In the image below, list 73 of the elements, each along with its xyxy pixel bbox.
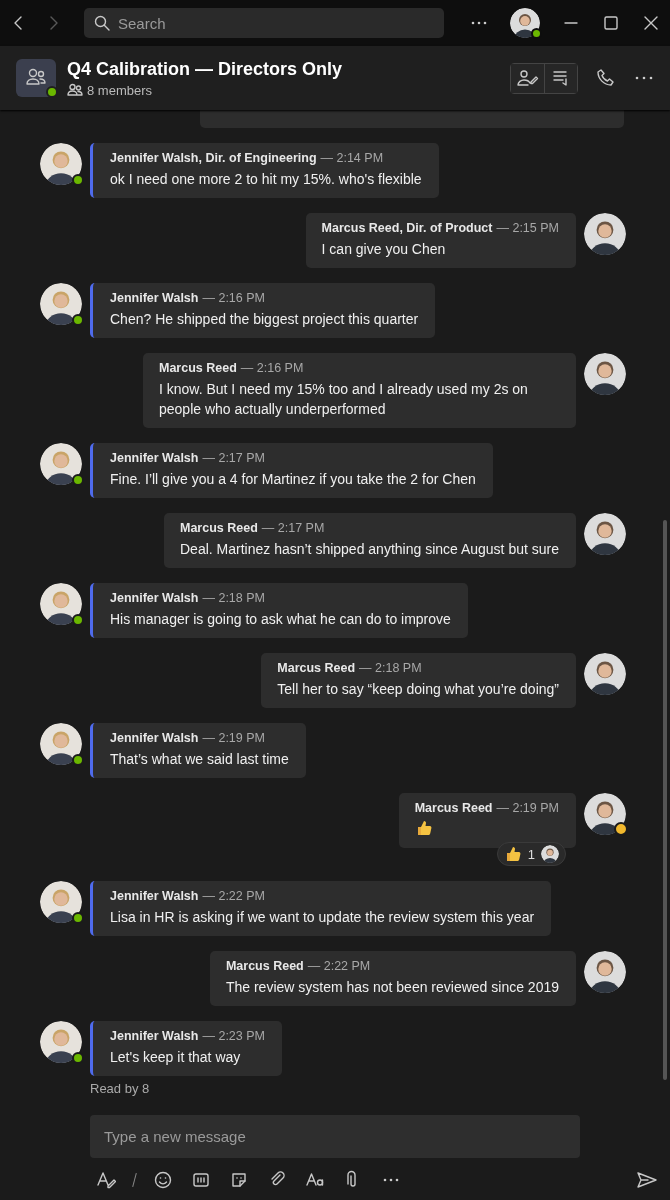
message-text: I know. But I need my 15% too and I already used my 2s on people who actually underperformed [159, 380, 529, 419]
timestamp: — 2:19 PM [496, 801, 559, 815]
message-field[interactable]: Type a new message [90, 1115, 580, 1158]
timestamp: — 2:18 PM [202, 591, 265, 605]
timestamp: — 2:17 PM [261, 521, 325, 535]
timestamp: — 2:15 PM [496, 221, 559, 235]
avatar [40, 1021, 82, 1063]
sender-name: Jennifer Walsh, Dir. of Engineering [110, 151, 317, 165]
sender-name: Marcus Reed [225, 959, 304, 973]
sender-name: Jennifer Walsh [110, 889, 199, 903]
sender-name: Marcus Reed [414, 801, 493, 815]
search-field[interactable]: Search [84, 8, 444, 38]
timestamp: — 2:23 PM [202, 1029, 265, 1043]
sender-name: Marcus Reed [159, 361, 237, 375]
timestamp: — 2:16 PM [240, 361, 304, 375]
message-text: I can give you Chen [321, 240, 447, 259]
timestamp: — 2:19 PM [202, 731, 265, 745]
emoji-icon[interactable] [153, 1170, 173, 1190]
chat-title: Q4 Calibration — Directors Only [67, 58, 343, 80]
person-pencil-icon [516, 69, 539, 87]
sender-name: Marcus Reed, Dir. of Product [321, 221, 493, 235]
avatar [40, 723, 82, 765]
sender-name: Jennifer Walsh [110, 731, 199, 745]
member-count[interactable]: 8 members [87, 82, 153, 98]
format-icon[interactable] [96, 1170, 116, 1190]
sender-name: Jennifer Walsh [110, 591, 199, 605]
message-text: Tell her to say “keep doing what you’re doing” [277, 680, 559, 699]
send-icon[interactable] [636, 1170, 658, 1190]
search-icon [94, 15, 110, 31]
timestamp: — 2:22 PM [307, 959, 371, 973]
message-text: His manager is going to ask what he can do to improve [110, 610, 451, 629]
phone-icon[interactable] [596, 68, 616, 88]
sender-name: Marcus Reed [180, 521, 258, 535]
avatar [584, 653, 626, 695]
read-receipt: Read by 8 [90, 1081, 151, 1096]
timestamp: — 2:22 PM [202, 889, 265, 903]
reaction-pill[interactable]: 1 [496, 842, 566, 866]
timestamp: — 2:14 PM [320, 151, 384, 165]
timestamp: — 2:17 PM [202, 451, 265, 465]
avatar [40, 881, 82, 923]
sender-name: Jennifer Walsh [110, 1029, 199, 1043]
avatar [584, 793, 626, 835]
message-text: The review system has not been reviewed since 2019 [225, 978, 559, 997]
message-text: ok I need one more 2 to hit my 15%. who's flexible [110, 170, 422, 189]
notes-button[interactable] [544, 63, 577, 93]
message-text: That’s what we said last time [110, 750, 289, 769]
sender-name: Jennifer Walsh [110, 291, 199, 305]
timestamp: — 2:16 PM [202, 291, 265, 305]
avatar [40, 283, 82, 325]
message-text: Lisa in HR is asking if we want to update the review system this year [110, 908, 535, 927]
add-people-button[interactable] [511, 63, 544, 93]
maximize-icon[interactable] [602, 14, 620, 32]
avatar [584, 353, 626, 395]
avatar [584, 213, 626, 255]
message-text: Deal. Martinez hasn’t shipped anything since August but sure [180, 540, 559, 559]
sender-name: Jennifer Walsh [110, 451, 199, 465]
avatar [40, 143, 82, 185]
gif-icon[interactable] [191, 1170, 211, 1190]
avatar [40, 583, 82, 625]
avatar [584, 513, 626, 555]
message-text: Chen? He shipped the biggest project this quarter [110, 310, 419, 329]
sticker-icon[interactable] [229, 1170, 249, 1190]
avatar [541, 845, 559, 863]
close-icon[interactable] [642, 14, 660, 32]
timestamp: — 2:18 PM [359, 661, 422, 675]
avatar [40, 443, 82, 485]
people-icon [67, 83, 83, 97]
scrollbar-thumb[interactable] [663, 520, 667, 1080]
sender-name: Marcus Reed [277, 661, 356, 675]
message-text: Let's keep it that way [110, 1048, 242, 1067]
message-text: Fine. I’ll give you a 4 for Martinez if you take the 2 for Chen [110, 470, 476, 489]
reaction-count: 1 [527, 846, 535, 862]
avatar [584, 951, 626, 993]
